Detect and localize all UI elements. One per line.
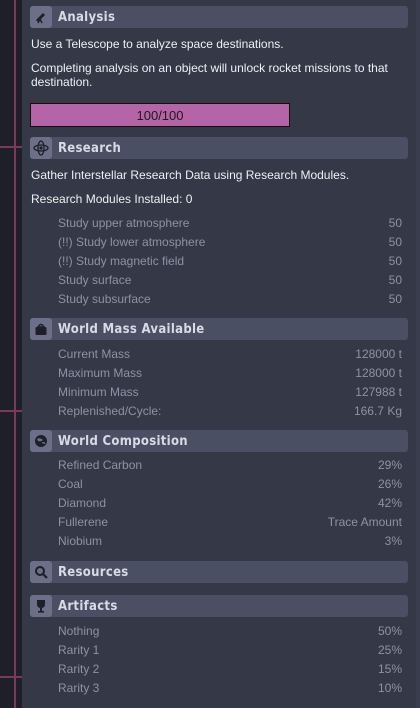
composition-item-value: 26%	[377, 476, 402, 491]
mass-item: Current Mass 128000 t	[58, 344, 402, 363]
research-item-label: Study upper atmosphere	[58, 215, 190, 230]
mass-item-label: Current Mass	[58, 346, 131, 361]
composition-item: Diamond 42%	[58, 493, 402, 512]
research-item-label: (!!) Study magnetic field	[58, 253, 185, 268]
analysis-progress-text: 100/100	[136, 107, 184, 123]
telescope-icon	[30, 6, 52, 28]
composition-item-value: 29%	[377, 457, 402, 472]
scrollbar-track[interactable]	[416, 0, 420, 708]
mass-item-value: 166.7 Kg	[353, 403, 402, 418]
research-item: Study upper atmosphere 50	[58, 213, 402, 232]
research-modules-count: Research Modules Installed: 0	[31, 192, 193, 206]
artifact-item: Rarity 1 25%	[58, 640, 402, 659]
resources-header[interactable]: Resources	[30, 561, 408, 583]
composition-item: Coal 26%	[58, 474, 402, 493]
composition-item-label: Coal	[58, 476, 83, 491]
research-item: Study surface 50	[58, 270, 402, 289]
research-item-value: 50	[388, 215, 402, 230]
artifacts-title: Artifacts	[58, 598, 118, 614]
research-header[interactable]: Research	[30, 137, 408, 159]
resources-title: Resources	[58, 564, 129, 580]
artifact-item: Rarity 3 10%	[58, 678, 402, 697]
artifacts-header[interactable]: Artifacts	[30, 595, 408, 617]
artifact-item-label: Nothing	[58, 623, 100, 638]
analysis-description: Use a Telescope to analyze space destina…	[31, 37, 284, 51]
left-strip	[0, 0, 22, 708]
mass-item-value: 127988 t	[355, 384, 402, 399]
artifact-item-label: Rarity 1	[58, 642, 100, 657]
mass-item-value: 128000 t	[355, 365, 402, 380]
mass-item-value: 128000 t	[355, 346, 402, 361]
composition-item-value: Trace Amount	[327, 514, 402, 529]
mass-item-label: Minimum Mass	[58, 384, 139, 399]
atom-icon	[30, 137, 52, 159]
research-item-value: 50	[388, 272, 402, 287]
trophy-icon	[30, 595, 52, 617]
research-item-label: (!!) Study lower atmosphere	[58, 234, 206, 249]
left-divider-tick	[0, 676, 22, 678]
mass-item-label: Maximum Mass	[58, 365, 143, 380]
analysis-header[interactable]: Analysis	[30, 6, 408, 28]
research-item: Study subsurface 50	[58, 289, 402, 308]
artifact-item: Rarity 2 15%	[58, 659, 402, 678]
mass-item: Maximum Mass 128000 t	[58, 363, 402, 382]
composition-item-label: Diamond	[58, 495, 107, 510]
composition-item: Fullerene Trace Amount	[58, 512, 402, 531]
magnifier-icon	[30, 561, 52, 583]
composition-item-label: Refined Carbon	[58, 457, 143, 472]
research-description: Gather Interstellar Research Data using …	[31, 168, 350, 182]
artifact-item-label: Rarity 2	[58, 661, 100, 676]
composition-item: Refined Carbon 29%	[58, 455, 402, 474]
mass-item: Minimum Mass 127988 t	[58, 382, 402, 401]
planet-icon	[30, 430, 52, 452]
analysis-title: Analysis	[58, 9, 116, 25]
research-item-value: 50	[388, 253, 402, 268]
world-mass-header[interactable]: World Mass Available	[30, 318, 408, 340]
weight-icon	[30, 318, 52, 340]
analysis-unlock-note: Completing analysis on an object will un…	[31, 61, 388, 89]
artifact-item-value: 15%	[377, 661, 402, 676]
world-composition-header[interactable]: World Composition	[30, 430, 408, 452]
research-item: (!!) Study lower atmosphere 50	[58, 232, 402, 251]
left-divider-tick	[0, 146, 22, 148]
left-divider-tick	[0, 410, 22, 412]
artifact-item-value: 10%	[377, 680, 402, 695]
research-title: Research	[58, 140, 122, 156]
research-item: (!!) Study magnetic field 50	[58, 251, 402, 270]
composition-item-label: Niobium	[58, 533, 103, 548]
mass-item-label: Replenished/Cycle:	[58, 403, 162, 418]
artifact-item-value: 50%	[377, 623, 402, 638]
research-item-value: 50	[388, 291, 402, 306]
artifact-item-value: 25%	[377, 642, 402, 657]
research-item-label: Study subsurface	[58, 291, 151, 306]
analysis-progress-bar: 100/100	[30, 103, 290, 127]
artifact-item: Nothing 50%	[58, 621, 402, 640]
composition-item-value: 42%	[377, 495, 402, 510]
mass-item: Replenished/Cycle: 166.7 Kg	[58, 401, 402, 420]
world-composition-title: World Composition	[58, 433, 188, 449]
artifact-item-label: Rarity 3	[58, 680, 100, 695]
research-item-value: 50	[388, 234, 402, 249]
composition-item: Niobium 3%	[58, 531, 402, 550]
left-divider-line	[14, 0, 16, 708]
composition-item-value: 3%	[384, 533, 402, 548]
research-item-label: Study surface	[58, 272, 132, 287]
world-mass-title: World Mass Available	[58, 321, 205, 337]
composition-item-label: Fullerene	[58, 514, 109, 529]
